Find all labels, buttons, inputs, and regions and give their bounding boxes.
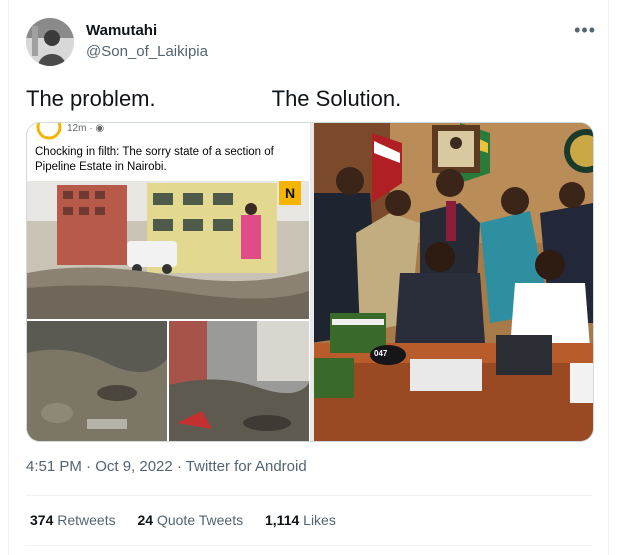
globe-icon: ◉ <box>95 123 105 134</box>
tweet-stats: 374 Retweets 24 Quote Tweets 1,114 Likes <box>30 512 354 528</box>
quote-tweets-stat[interactable]: 24 Quote Tweets <box>138 512 244 528</box>
media-image-solution[interactable]: 047 <box>310 123 593 441</box>
tweet-text: The problem. The Solution. <box>26 86 586 116</box>
more-horizontal-icon[interactable]: ••• <box>574 20 596 41</box>
divider <box>26 495 592 496</box>
media-grid[interactable]: 12m · ◉ Chocking in filth: The sorry sta… <box>26 122 594 442</box>
media-image-problem[interactable]: 12m · ◉ Chocking in filth: The sorry sta… <box>27 123 309 441</box>
retweets-stat[interactable]: 374 Retweets <box>30 512 116 528</box>
display-name[interactable]: Wamutahi <box>86 22 157 39</box>
post-time: 12m · ◉ <box>67 123 105 134</box>
likes-stat[interactable]: 1,114 Likes <box>265 512 336 528</box>
tweet-text-left: The problem. <box>26 86 156 111</box>
user-handle[interactable]: @Son_of_Laikipia <box>86 43 208 60</box>
news-logo-badge: N <box>279 181 301 205</box>
avatar[interactable] <box>26 18 74 66</box>
tweet-header: Wamutahi @Son_of_Laikipia ••• <box>26 18 596 70</box>
mug-label: 047 <box>374 349 388 358</box>
tweet-text-right: The Solution. <box>271 86 402 111</box>
tweet-timestamp[interactable]: 4:51 PM · Oct 9, 2022 · Twitter for Andr… <box>26 458 307 475</box>
divider <box>26 545 592 546</box>
post-caption: Chocking in filth: The sorry state of a … <box>35 146 274 173</box>
right-border <box>608 0 609 555</box>
left-border <box>8 0 9 555</box>
